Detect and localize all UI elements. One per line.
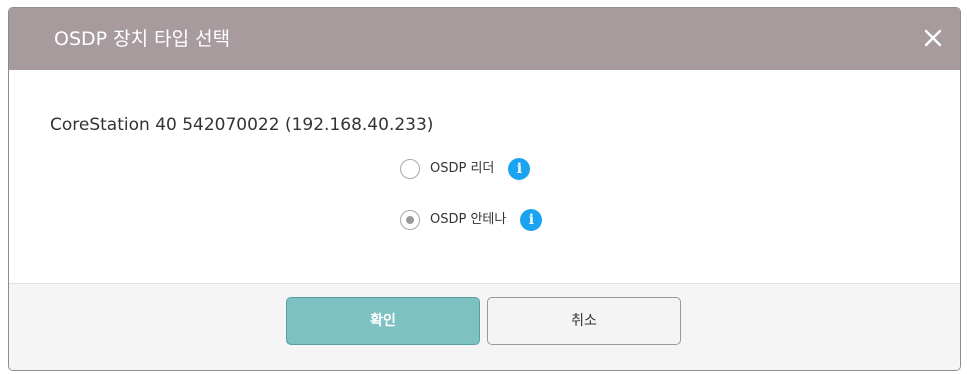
device-label: CoreStation 40 542070022 (192.168.40.233… [50, 115, 434, 135]
radio-label-osdp-antenna: OSDP 안테나 [430, 212, 507, 227]
radio-label-osdp-reader: OSDP 리더 [430, 161, 495, 176]
radio-button-osdp-reader[interactable] [400, 159, 420, 179]
radio-option-osdp-reader[interactable]: OSDP 리더 i [400, 156, 531, 182]
close-icon [924, 29, 942, 47]
dialog-footer [9, 283, 960, 370]
info-icon[interactable]: i [508, 158, 531, 180]
radio-button-osdp-antenna[interactable] [400, 210, 420, 230]
radio-option-osdp-antenna[interactable]: OSDP 안테나 i [400, 207, 543, 233]
osdp-device-type-dialog: OSDP 장치 타입 선택 CoreStation 40 542070022 (… [8, 7, 961, 371]
cancel-button[interactable]: 취소 [487, 297, 681, 345]
confirm-button[interactable]: 확인 [286, 297, 480, 345]
info-icon[interactable]: i [520, 209, 543, 231]
close-button[interactable] [920, 25, 946, 51]
dialog-title: OSDP 장치 타입 선택 [54, 28, 231, 50]
dialog-header: OSDP 장치 타입 선택 [9, 8, 960, 70]
